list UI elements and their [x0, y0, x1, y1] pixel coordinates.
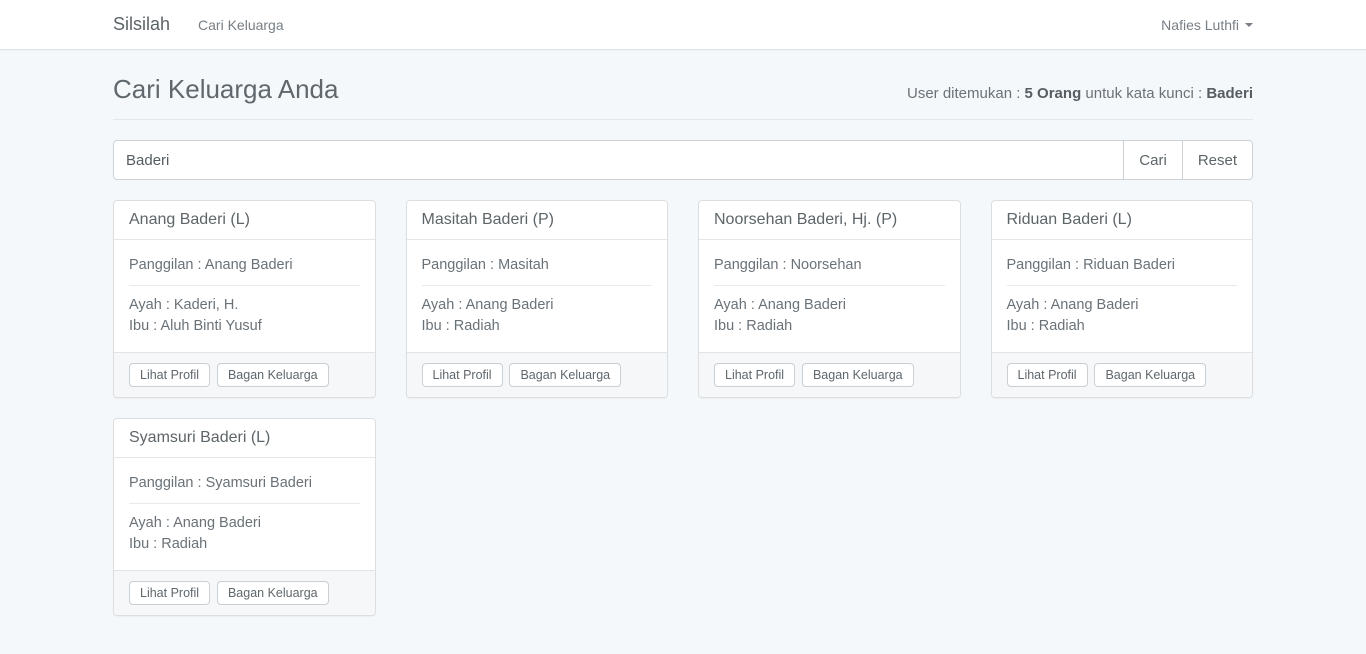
person-card-body: Panggilan : Anang Baderi Ayah : Kaderi, …: [114, 240, 375, 352]
divider: [129, 503, 360, 504]
person-father: Ayah : Anang Baderi: [129, 513, 360, 534]
person-card-footer: Lihat Profil Bagan Keluarga: [114, 570, 375, 615]
family-chart-button[interactable]: Bagan Keluarga: [217, 581, 329, 605]
person-nickname: Panggilan : Masitah: [422, 255, 653, 276]
divider: [129, 285, 360, 286]
person-card-title: Riduan Baderi (L): [992, 201, 1253, 240]
family-chart-button[interactable]: Bagan Keluarga: [509, 363, 621, 387]
navbar-right: Nafies Luthfi: [1161, 17, 1253, 33]
person-card-title: Anang Baderi (L): [114, 201, 375, 240]
person-father: Ayah : Anang Baderi: [422, 295, 653, 316]
person-mother: Ibu : Radiah: [1007, 316, 1238, 337]
person-card: Noorsehan Baderi, Hj. (P) Panggilan : No…: [698, 200, 961, 398]
person-card-body: Panggilan : Syamsuri Baderi Ayah : Anang…: [114, 458, 375, 570]
view-profile-button[interactable]: Lihat Profil: [129, 363, 210, 387]
person-nickname: Panggilan : Noorsehan: [714, 255, 945, 276]
result-summary: User ditemukan : 5 Orang untuk kata kunc…: [907, 85, 1253, 102]
summary-keyword: Baderi: [1206, 85, 1253, 102]
person-mother: Ibu : Radiah: [714, 316, 945, 337]
family-chart-button[interactable]: Bagan Keluarga: [1094, 363, 1206, 387]
search-results-grid: Anang Baderi (L) Panggilan : Anang Bader…: [113, 200, 1253, 616]
divider: [714, 285, 945, 286]
person-card: Anang Baderi (L) Panggilan : Anang Bader…: [113, 200, 376, 398]
user-menu-label: Nafies Luthfi: [1161, 17, 1239, 33]
view-profile-button[interactable]: Lihat Profil: [422, 363, 503, 387]
view-profile-button[interactable]: Lihat Profil: [129, 581, 210, 605]
page-header: Cari Keluarga Anda User ditemukan : 5 Or…: [113, 50, 1253, 120]
reset-button[interactable]: Reset: [1182, 140, 1253, 180]
person-card-title: Masitah Baderi (P): [407, 201, 668, 240]
person-mother: Ibu : Radiah: [422, 316, 653, 337]
view-profile-button[interactable]: Lihat Profil: [1007, 363, 1088, 387]
view-profile-button[interactable]: Lihat Profil: [714, 363, 795, 387]
divider: [422, 285, 653, 286]
person-card-title: Noorsehan Baderi, Hj. (P): [699, 201, 960, 240]
page-title: Cari Keluarga Anda: [113, 74, 338, 105]
person-father: Ayah : Kaderi, H.: [129, 295, 360, 316]
person-card-body: Panggilan : Masitah Ayah : Anang Baderi …: [407, 240, 668, 352]
person-card: Syamsuri Baderi (L) Panggilan : Syamsuri…: [113, 418, 376, 616]
person-card-footer: Lihat Profil Bagan Keluarga: [114, 352, 375, 397]
navbar: Silsilah Cari Keluarga Nafies Luthfi: [0, 0, 1366, 50]
person-card-body: Panggilan : Riduan Baderi Ayah : Anang B…: [992, 240, 1253, 352]
search-input[interactable]: [113, 140, 1124, 180]
person-mother: Ibu : Radiah: [129, 534, 360, 555]
summary-middle: untuk kata kunci :: [1081, 85, 1206, 102]
person-card: Masitah Baderi (P) Panggilan : Masitah A…: [406, 200, 669, 398]
navbar-inner: Silsilah Cari Keluarga Nafies Luthfi: [113, 0, 1253, 49]
person-father: Ayah : Anang Baderi: [1007, 295, 1238, 316]
divider: [1007, 285, 1238, 286]
brand-silsilah[interactable]: Silsilah: [113, 14, 170, 35]
person-card: Riduan Baderi (L) Panggilan : Riduan Bad…: [991, 200, 1254, 398]
summary-prefix: User ditemukan :: [907, 85, 1025, 102]
person-nickname: Panggilan : Riduan Baderi: [1007, 255, 1238, 276]
summary-count: 5 Orang: [1025, 85, 1082, 102]
cari-button[interactable]: Cari: [1123, 140, 1183, 180]
person-card-footer: Lihat Profil Bagan Keluarga: [699, 352, 960, 397]
chevron-down-icon: [1245, 23, 1253, 27]
person-card-footer: Lihat Profil Bagan Keluarga: [407, 352, 668, 397]
person-father: Ayah : Anang Baderi: [714, 295, 945, 316]
person-nickname: Panggilan : Anang Baderi: [129, 255, 360, 276]
person-mother: Ibu : Aluh Binti Yusuf: [129, 316, 360, 337]
nav-item-cari-keluarga[interactable]: Cari Keluarga: [198, 17, 284, 33]
person-nickname: Panggilan : Syamsuri Baderi: [129, 473, 360, 494]
family-chart-button[interactable]: Bagan Keluarga: [217, 363, 329, 387]
person-card-body: Panggilan : Noorsehan Ayah : Anang Bader…: [699, 240, 960, 352]
main-container: Cari Keluarga Anda User ditemukan : 5 Or…: [113, 50, 1253, 616]
user-menu-dropdown[interactable]: Nafies Luthfi: [1161, 17, 1253, 33]
search-form: Cari Reset: [113, 140, 1253, 180]
person-card-footer: Lihat Profil Bagan Keluarga: [992, 352, 1253, 397]
person-card-title: Syamsuri Baderi (L): [114, 419, 375, 458]
family-chart-button[interactable]: Bagan Keluarga: [802, 363, 914, 387]
